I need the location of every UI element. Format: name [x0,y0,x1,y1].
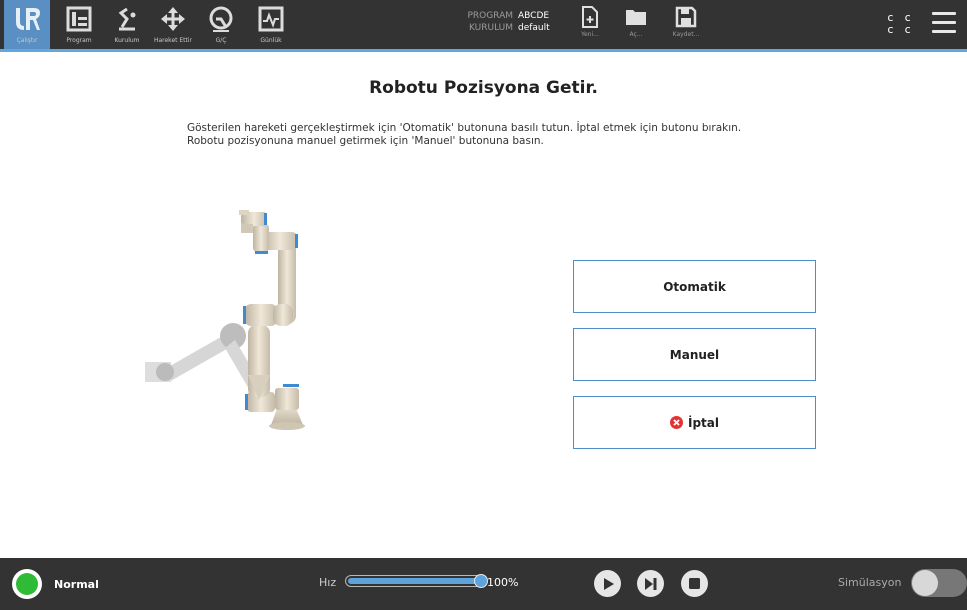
step-icon [645,577,657,590]
save-file-button[interactable]: Kaydet... [666,6,706,46]
cancel-icon [669,416,683,429]
top-accent-line [0,49,967,52]
program-icon [64,4,94,34]
top-bar: Çalıştır Program Kurulum Hareket Ettir G… [0,0,967,52]
nav-installation-label: Kurulum [114,37,140,44]
speed-slider-handle[interactable] [474,574,488,588]
nav-run-label: Çalıştır [16,37,38,44]
manual-button[interactable]: Manuel [573,328,816,381]
robot-status-indicator-icon[interactable] [12,569,42,599]
folder-icon [626,10,646,25]
nav-io-label: G/Ç [215,37,227,44]
speed-slider-fill [348,578,481,584]
simulation-toggle[interactable] [911,569,967,597]
program-value: ABCDE [518,11,550,21]
play-icon [603,577,614,590]
nav-move-button[interactable]: Hareket Ettir [150,0,196,49]
instructions-text: Gösterilen hareketi gerçekleştirmek için… [187,122,867,148]
hamburger-menu-icon[interactable] [932,12,958,36]
control-mode-row-2: c c [887,23,913,36]
automatic-button-label: Otomatik [663,279,726,294]
nav-run-button[interactable]: Çalıştır [4,0,50,49]
nav-log-label: Günlük [260,37,282,44]
page-title: Robotu Pozisyona Getir. [369,78,598,98]
log-icon [256,4,286,34]
cancel-button-label: İptal [687,415,719,430]
program-key: PROGRAM [467,11,513,21]
robot-status-text: Normal [54,578,99,591]
open-file-label: Aç... [629,31,643,38]
speed-label: Hız [319,576,337,589]
new-file-button[interactable]: Yeni... [570,6,610,46]
instructions-line-1: Gösterilen hareketi gerçekleştirmek için… [187,122,742,134]
io-icon [206,4,236,34]
save-icon [675,6,697,28]
program-info: PROGRAM ABCDE KURULUM default [450,10,570,34]
new-file-label: Yeni... [581,31,599,38]
move-icon [158,4,188,34]
speed-slider[interactable] [345,574,488,588]
step-button[interactable] [637,570,664,597]
open-file-button[interactable]: Aç... [616,6,656,46]
nav-program-label: Program [66,37,92,44]
bottom-bar: Normal Hız 100% Simülasyon [0,558,967,610]
robot-current-pose [239,210,305,430]
robot-target-pose [145,323,265,396]
stop-icon [689,578,700,589]
play-button[interactable] [594,570,621,597]
nav-move-label: Hareket Ettir [153,37,193,44]
control-mode-indicator: c c c c [887,12,913,36]
nav-log-button[interactable]: Günlük [248,0,294,49]
simulation-label: Simülasyon [838,576,902,589]
installation-icon [112,4,142,34]
robot-illustration [135,200,325,440]
automatic-button[interactable]: Otomatik [573,260,816,313]
ur-logo-icon [12,4,42,34]
installation-value: default [518,23,550,33]
instructions-line-2: Robotu pozisyonuna manuel getirmek için … [187,135,544,147]
nav-program-button[interactable]: Program [56,0,102,49]
nav-installation-button[interactable]: Kurulum [104,0,150,49]
manual-button-label: Manuel [669,347,720,362]
nav-io-button[interactable]: G/Ç [198,0,244,49]
installation-key: KURULUM [468,23,513,33]
speed-value: 100% [487,576,519,589]
cancel-button[interactable]: İptal [573,396,816,449]
save-file-label: Kaydet... [672,31,700,38]
new-file-icon [582,6,598,28]
stop-button[interactable] [681,570,708,597]
